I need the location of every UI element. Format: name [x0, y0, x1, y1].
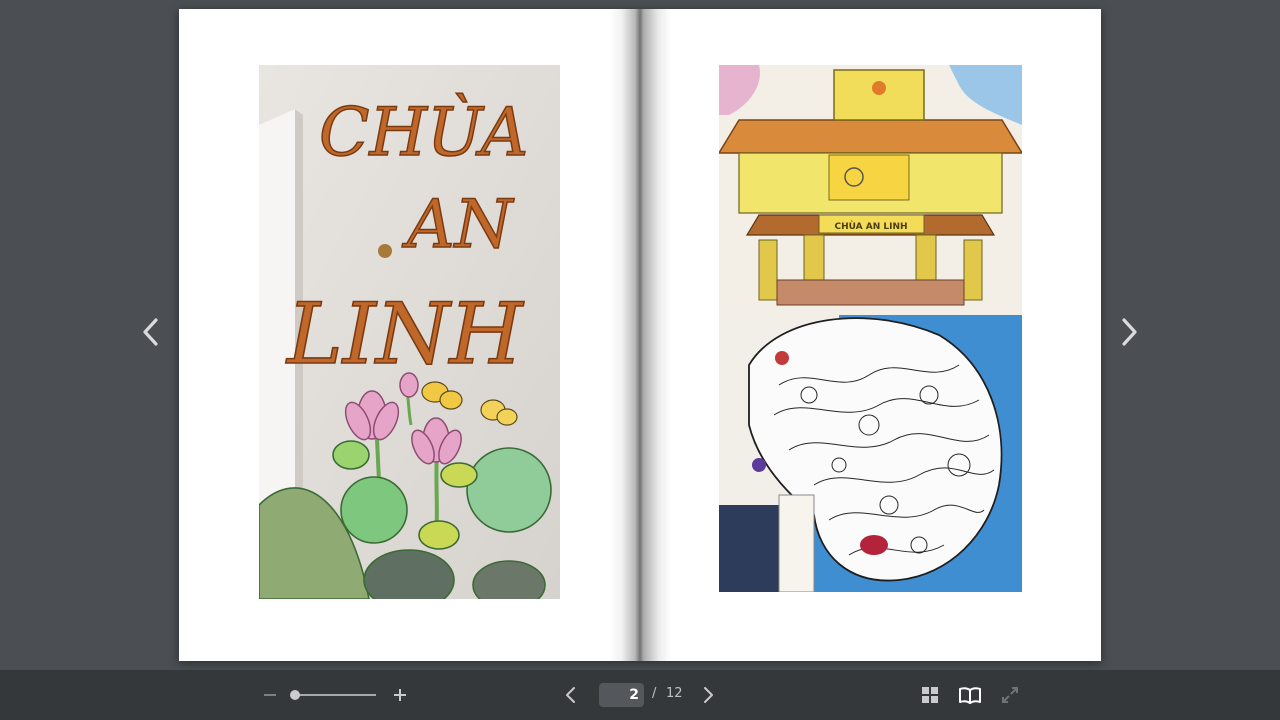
left-page: CHÙA AN LINH: [179, 9, 640, 661]
grid-icon: [922, 687, 938, 703]
total-pages: 12: [666, 686, 683, 701]
zoom-slider[interactable]: [290, 688, 376, 702]
plus-icon: [394, 689, 406, 701]
zoom-in-button[interactable]: [388, 683, 412, 707]
chevron-left-icon: [143, 318, 158, 346]
open-book-icon: [959, 687, 981, 704]
photo-text-line-1: CHÙA: [319, 94, 528, 171]
left-page-photo: CHÙA AN LINH: [259, 65, 560, 599]
temple-sign-text: CHÙA AN LINH: [834, 220, 907, 232]
fullscreen-button[interactable]: [998, 683, 1022, 707]
next-page-button[interactable]: [697, 683, 721, 707]
previous-page-button[interactable]: [558, 683, 582, 707]
right-page: CHÙA AN LINH: [640, 9, 1101, 661]
page-separator: /: [652, 686, 657, 701]
book-view-button[interactable]: [957, 683, 983, 707]
book-spread: CHÙA AN LINH CHÙA AN LINH: [179, 9, 1101, 661]
previous-spread-button[interactable]: [131, 312, 171, 352]
photo-text-line-3: LINH: [285, 285, 524, 383]
zoom-slider-thumb[interactable]: [290, 690, 300, 700]
chevron-right-icon: [704, 687, 713, 703]
current-page-input[interactable]: [599, 683, 644, 707]
minus-icon: [264, 694, 276, 696]
right-page-photo: CHÙA AN LINH: [719, 65, 1022, 592]
flipbook-stage: CHÙA AN LINH CHÙA AN LINH: [0, 0, 1280, 670]
thumbnails-button[interactable]: [918, 683, 942, 707]
photo-text-line-2: AN: [401, 186, 515, 263]
chevron-left-icon: [566, 687, 575, 703]
zoom-slider-track: [296, 694, 376, 696]
expand-icon: [1002, 687, 1018, 703]
zoom-out-button[interactable]: [258, 683, 282, 707]
chevron-right-icon: [1122, 318, 1137, 346]
next-spread-button[interactable]: [1109, 312, 1149, 352]
